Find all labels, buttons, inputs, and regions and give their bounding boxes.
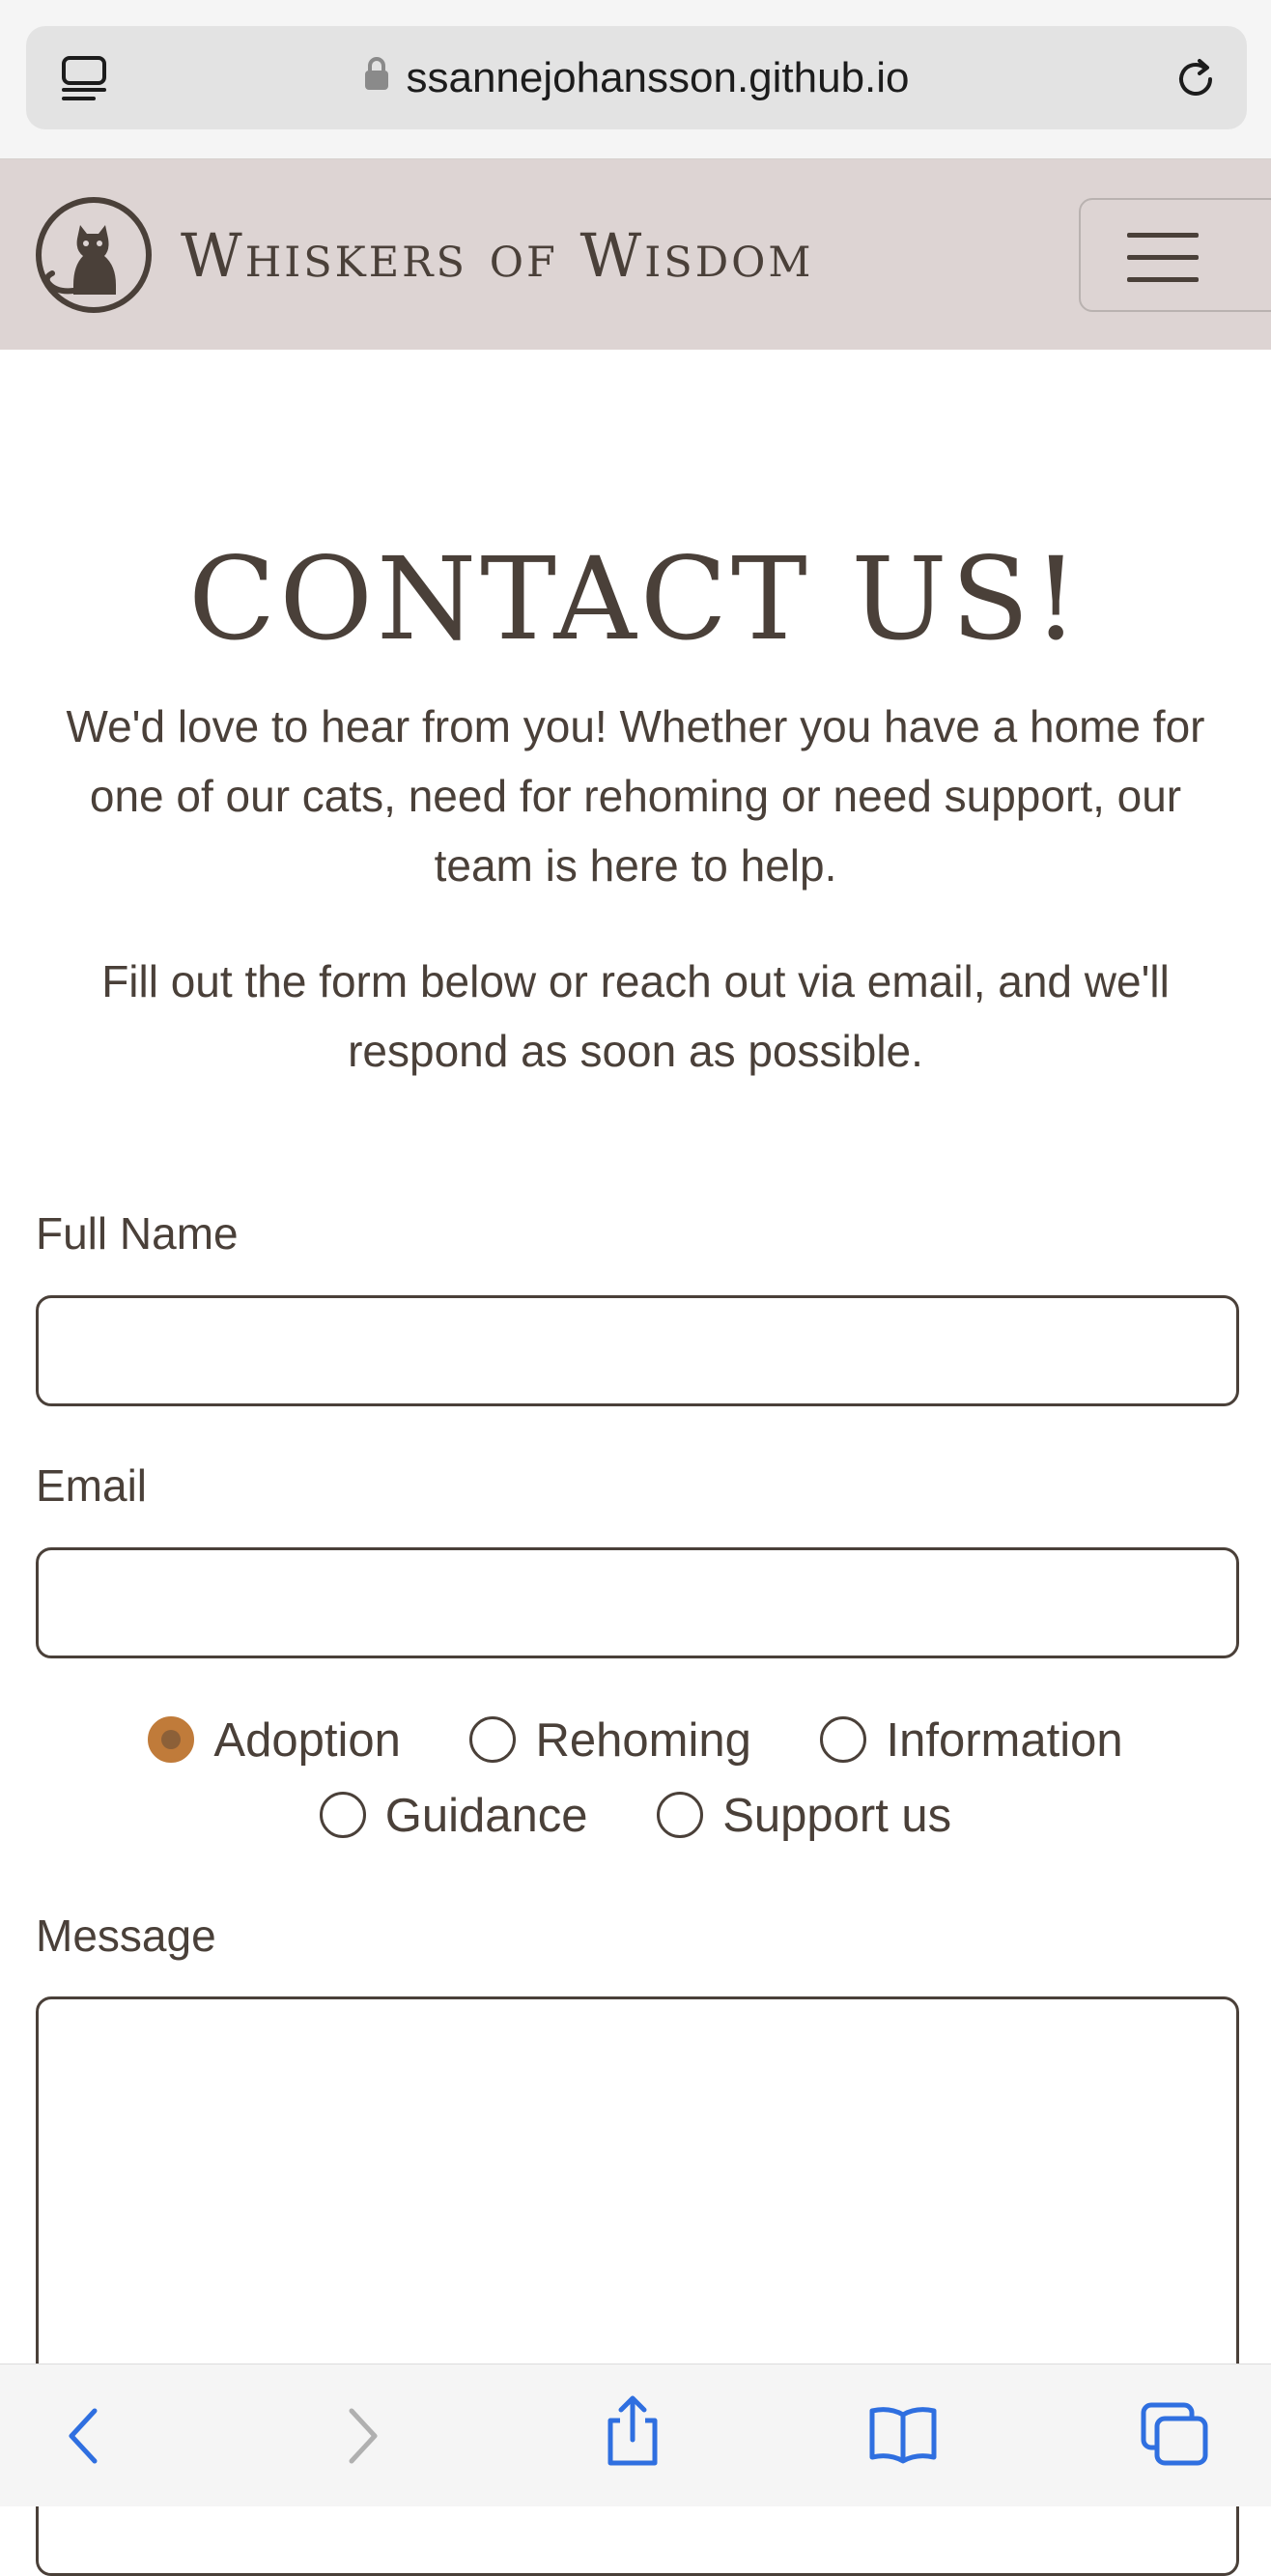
radio-row-1: Adoption Rehoming Information	[0, 1712, 1271, 1769]
back-arrow-icon[interactable]	[60, 2405, 108, 2472]
radio-button-checked[interactable]	[148, 1716, 195, 1764]
radio-label-support-us: Support us	[722, 1790, 952, 1842]
menu-bar-icon	[1127, 255, 1199, 260]
share-icon[interactable]	[599, 2393, 666, 2474]
full-name-input[interactable]	[36, 1295, 1239, 1406]
email-input[interactable]	[36, 1547, 1239, 1658]
radio-option-information[interactable]: Information	[820, 1712, 1123, 1769]
site-brand-name[interactable]: Whiskers of Wisdom	[181, 217, 813, 295]
radio-option-support-us[interactable]: Support us	[657, 1787, 951, 1845]
url-display[interactable]: ssannejohansson.github.io	[26, 26, 1247, 129]
lock-icon	[363, 25, 390, 128]
url-text: ssannejohansson.github.io	[406, 54, 910, 101]
full-name-label: Full Name	[36, 1208, 239, 1259]
cat-logo-icon[interactable]	[35, 196, 153, 319]
radio-button[interactable]	[820, 1716, 867, 1764]
menu-bar-icon	[1127, 233, 1199, 238]
menu-bar-icon	[1127, 277, 1199, 282]
radio-row-2: Guidance Support us	[0, 1787, 1271, 1845]
radio-label-information: Information	[886, 1714, 1123, 1767]
hamburger-menu-button[interactable]	[1079, 198, 1271, 312]
radio-button[interactable]	[657, 1792, 704, 1839]
email-label: Email	[36, 1460, 148, 1511]
intro-paragraph-2: Fill out the form below or reach out via…	[101, 956, 1170, 1076]
site-header: Whiskers of Wisdom	[0, 159, 1271, 350]
browser-toolbar	[0, 2364, 1271, 2506]
bookmarks-icon[interactable]	[866, 2403, 940, 2470]
forward-arrow-icon[interactable]	[338, 2405, 386, 2472]
message-label: Message	[36, 1911, 216, 1961]
intro-paragraph: We'd love to hear from you! Whether you …	[66, 701, 1205, 891]
radio-option-adoption[interactable]: Adoption	[148, 1712, 401, 1769]
radio-label-rehoming: Rehoming	[535, 1714, 751, 1767]
browser-top-bar: ssannejohansson.github.io	[0, 0, 1271, 159]
page-title: CONTACT US!	[188, 532, 1083, 665]
radio-button[interactable]	[469, 1716, 517, 1764]
radio-option-guidance[interactable]: Guidance	[319, 1787, 588, 1845]
radio-option-rehoming[interactable]: Rehoming	[469, 1712, 751, 1769]
reload-icon[interactable]	[1172, 55, 1220, 108]
radio-button[interactable]	[319, 1792, 366, 1839]
radio-label-adoption: Adoption	[213, 1714, 401, 1767]
address-bar[interactable]: ssannejohansson.github.io	[26, 26, 1247, 129]
radio-label-guidance: Guidance	[384, 1790, 588, 1842]
tabs-icon[interactable]	[1140, 2401, 1209, 2472]
